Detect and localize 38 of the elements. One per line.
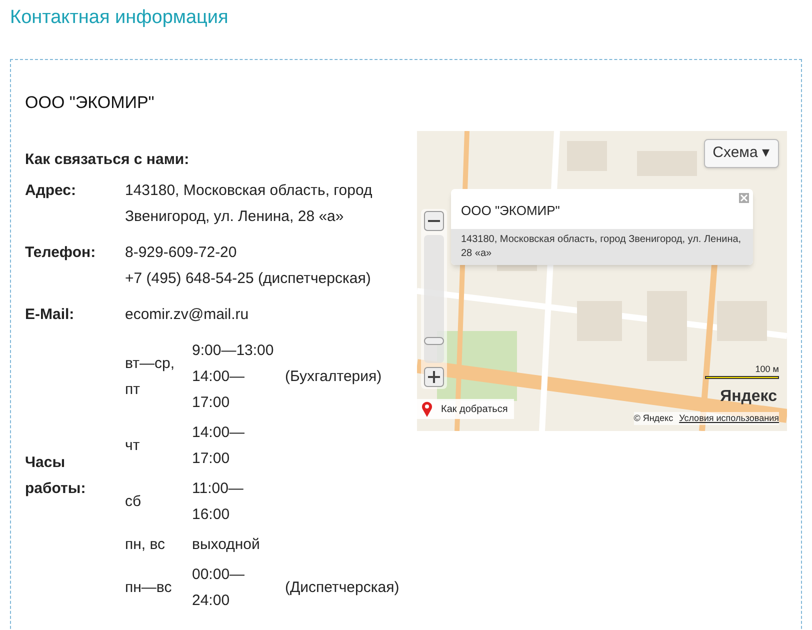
map[interactable]: Схема ▾ ООО "ЭКОМИР" 143180, Московская область, город Звенигород, ул. Ленина, 28 «а» Как добраться 100 м Яндекс © Яндекс Условия использования <box>417 131 787 431</box>
hours-days: пн, вс <box>125 532 192 558</box>
minus-icon[interactable] <box>424 211 444 231</box>
hours-time: 14:00—17:00 <box>192 422 246 468</box>
zoom-thumb[interactable] <box>424 337 444 345</box>
balloon-title: ООО "ЭКОМИР" <box>461 202 561 220</box>
map-copyright: © Яндекс <box>634 412 674 425</box>
hours-time: 9:00—13:00 <box>192 340 275 360</box>
close-icon[interactable] <box>739 193 749 203</box>
zoom-track[interactable] <box>424 235 444 363</box>
contact-value: +7 (495) 648-54-25 (диспетчерская) <box>125 268 371 288</box>
hours-days: сб <box>125 488 192 514</box>
hours-time: 00:00—24:00 <box>192 564 246 610</box>
contact-value: 8-929-609-72-20 <box>125 242 238 262</box>
contact-value: 143180, Московская область, город Звенигород, ул. Ленина, 28 «а» <box>125 180 374 226</box>
route-button[interactable]: Как добраться <box>417 399 514 419</box>
balloon-address: 143180, Московская область, город Звенигород, ул. Ленина, 28 «а» <box>451 228 753 264</box>
contacts-heading: Как связаться с нами: <box>25 150 190 170</box>
hours-note: (Бухгалтерия) <box>285 366 382 386</box>
hours-days: чт <box>125 432 192 458</box>
company-name: ООО "ЭКОМИР" <box>25 92 156 114</box>
page-title: Контактная информация <box>9 6 230 30</box>
contact-label: Адрес: <box>25 180 77 200</box>
hours-days: вт—ср, пт <box>125 350 192 402</box>
map-logo: Яндекс <box>720 387 777 407</box>
contact-label: E-Mail: <box>25 304 76 324</box>
hours-time: выходной <box>192 534 261 554</box>
map-type-button[interactable]: Схема ▾ <box>704 139 779 168</box>
terms-link[interactable]: Условия использования <box>679 412 779 425</box>
hours-label: Часы работы: <box>25 452 87 498</box>
hours-time: 14:00—17:00 <box>192 366 246 412</box>
location-pin-icon <box>421 401 433 417</box>
contact-label: Телефон: <box>25 242 97 262</box>
hours-note: (Диспетчерская) <box>285 578 400 598</box>
contact-value: ecomir.zv@mail.ru <box>125 304 249 324</box>
plus-icon[interactable] <box>424 367 444 387</box>
scale-label: 100 м <box>755 362 779 376</box>
hours-days: пн—вс <box>125 574 192 600</box>
